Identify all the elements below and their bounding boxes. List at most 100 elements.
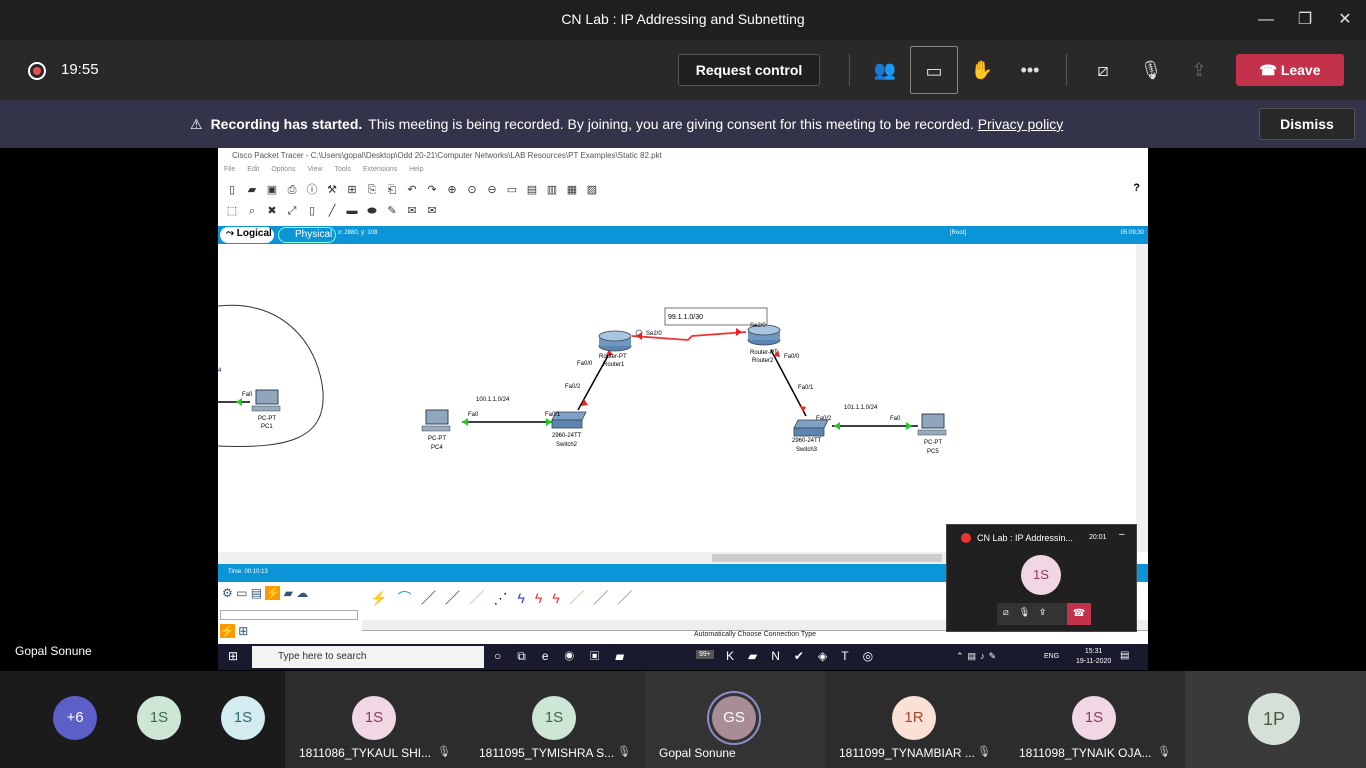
help-icon[interactable]: ? [1133, 182, 1140, 194]
print-icon[interactable]: ⎙ [282, 184, 302, 197]
close-icon[interactable]: ✕ [1333, 8, 1357, 32]
rectangle-icon[interactable]: ▬ [342, 205, 362, 217]
usb-cable-icon[interactable]: ╱ [618, 590, 642, 606]
participant-tile[interactable]: 1R 1811099_TYNAMBIAR ... 🎙 [825, 671, 1005, 768]
notification-icon[interactable]: ▤ [1120, 650, 1129, 661]
complex-pdu-icon[interactable]: ✉ [422, 204, 442, 217]
fiber-cable-icon[interactable]: ╱ [469, 590, 493, 606]
coaxial-cable-icon[interactable]: ϟ [517, 590, 534, 606]
avatar[interactable]: 1S [137, 696, 181, 740]
explorer-icon[interactable]: ▰ [615, 649, 640, 663]
zoom-out-icon[interactable]: ⊖ [482, 183, 502, 196]
mic-off-icon[interactable]: 🎙 [1127, 46, 1175, 94]
device-search-field[interactable] [220, 610, 358, 620]
phone-cable-icon[interactable]: ⋰ [493, 590, 517, 606]
store-icon[interactable]: ▣ [590, 649, 615, 663]
menu-file[interactable]: File [224, 166, 235, 173]
maximize-icon[interactable]: ❐ [1293, 8, 1317, 32]
participant-tile[interactable]: 1S 1811098_TYNAIK OJA... 🎙 [1005, 671, 1185, 768]
app-badge[interactable]: 99+ [696, 650, 714, 659]
pen-icon[interactable]: ✎ [989, 651, 1001, 661]
menu-view[interactable]: View [307, 166, 322, 173]
auto-cable-icon[interactable]: ⚡ [370, 590, 397, 606]
freeform-icon[interactable]: ✎ [382, 204, 402, 217]
taskbar-apps[interactable]: ○⧉e◉▣▰ [494, 649, 640, 664]
windows-start-icon[interactable]: ⊞ [228, 649, 238, 663]
raise-hand-icon[interactable]: ✋ [958, 46, 1006, 94]
switch3-device[interactable] [793, 419, 829, 437]
viewport-icon[interactable]: ▦ [562, 183, 582, 196]
device-category-icons[interactable]: ⚙ ▭ ▤ ⚡ ▰ ☁ [222, 586, 308, 600]
straight-cable-icon[interactable]: ╱ [421, 590, 445, 606]
inspect-icon[interactable]: ⌕ [242, 205, 262, 218]
network-icon[interactable]: ▤ [968, 651, 981, 661]
mini-meeting-window[interactable]: CN Lab : IP Addressin... 20:01 – 1S ⧄🎙⇪ … [946, 524, 1137, 632]
camera-off-icon[interactable]: ⧄ [1079, 46, 1127, 94]
text-icon[interactable]: ▥ [542, 183, 562, 196]
participants-icon[interactable]: 👥 [861, 46, 909, 94]
dismiss-button[interactable]: Dismiss [1259, 108, 1355, 140]
cortana-icon[interactable]: ○ [494, 649, 517, 663]
wizard-icon[interactable]: ⚒ [322, 183, 342, 196]
chrome-icon[interactable]: ◉ [565, 649, 591, 663]
octal-cable-icon[interactable]: ╱ [570, 590, 594, 606]
minimize-icon[interactable]: – [1119, 529, 1125, 540]
leave-button[interactable]: ☎ Leave [1236, 54, 1344, 86]
zoom-in-icon[interactable]: ⊕ [442, 183, 462, 196]
delete-icon[interactable]: ✖ [262, 204, 282, 217]
cable-type-icons[interactable]: ⚡⌒╱╱╱⋰ϟϟϟ╱╱╱ [370, 588, 642, 608]
image-icon[interactable]: ▨ [582, 183, 602, 196]
zoom-reset-icon[interactable]: ⊙ [462, 183, 482, 196]
logical-tab[interactable]: ⤳ Logical [220, 227, 274, 243]
save-icon[interactable]: ▣ [262, 183, 282, 196]
more-options-icon[interactable]: ••• [1006, 46, 1054, 94]
subcategory-icons[interactable]: ⚡ ⊞ [220, 624, 248, 638]
language-indicator[interactable]: ENG [1044, 653, 1059, 660]
hang-up-icon[interactable]: ☎ [1067, 603, 1091, 625]
privacy-policy-link[interactable]: Privacy policy [978, 116, 1064, 132]
serial-dce-icon[interactable]: ϟ [535, 590, 552, 606]
copy-icon[interactable]: ⎘ [362, 184, 382, 197]
iot-cable-icon[interactable]: ╱ [594, 590, 618, 606]
crossover-cable-icon[interactable]: ╱ [445, 590, 469, 606]
note-icon[interactable]: ▯ [302, 204, 322, 217]
pc4-device[interactable] [421, 409, 451, 432]
simple-pdu-icon[interactable]: ✉ [402, 204, 422, 217]
serial-dte-icon[interactable]: ϟ [552, 590, 569, 606]
onenote-icon[interactable]: N [771, 649, 794, 663]
menu-extensions[interactable]: Extensions [363, 166, 397, 173]
mini-control-icons[interactable]: ⧄🎙⇪ [1003, 607, 1055, 618]
chat-icon[interactable]: ▭ [910, 46, 958, 94]
draw-line-icon[interactable]: ╱ [322, 204, 342, 217]
participant-tile[interactable]: GS Gopal Sonune [645, 671, 825, 768]
todo-icon[interactable]: ✔ [794, 649, 818, 663]
scroll-thumb[interactable] [712, 554, 942, 562]
info-icon[interactable]: ⓘ [302, 181, 322, 197]
physical-tab[interactable]: Physical [278, 227, 336, 243]
menu-options[interactable]: Options [271, 166, 295, 173]
sticky-notes-icon[interactable]: ▰ [748, 649, 771, 663]
resize-icon[interactable]: ⤢ [282, 205, 302, 218]
kindle-icon[interactable]: K [726, 649, 748, 663]
volume-icon[interactable]: ♪ [980, 651, 989, 661]
undo-icon[interactable]: ↶ [402, 183, 422, 196]
taskbar-clock[interactable]: 15:31 19-11-2020 [1076, 647, 1111, 667]
custom-device-icon[interactable]: ▤ [522, 183, 542, 196]
serial-net-label[interactable]: 99.1.1.0/30 [668, 314, 703, 321]
teams-icon[interactable]: T [841, 649, 862, 663]
menu-tools[interactable]: Tools [335, 166, 351, 173]
avatar[interactable]: 1S [221, 696, 265, 740]
router1-device[interactable] [598, 330, 632, 352]
pc5-device[interactable] [917, 413, 947, 436]
network-info-icon[interactable]: ⊞ [342, 183, 362, 196]
packet-tracer-icon[interactable]: ◎ [863, 649, 887, 663]
participant-tile[interactable]: 1S 1811095_TYMISHRA S... 🎙 [465, 671, 645, 768]
menu-help[interactable]: Help [409, 166, 423, 173]
app-icon[interactable]: ◈ [818, 649, 841, 663]
open-folder-icon[interactable]: ▰ [242, 183, 262, 196]
palette-icon[interactable]: ▭ [502, 183, 522, 196]
share-screen-icon[interactable]: ⇪ [1175, 46, 1223, 94]
paste-icon[interactable]: ⎗ [382, 184, 402, 197]
participant-tile[interactable]: 1P [1185, 671, 1366, 768]
connections-icon[interactable]: ⚡ [265, 586, 281, 600]
